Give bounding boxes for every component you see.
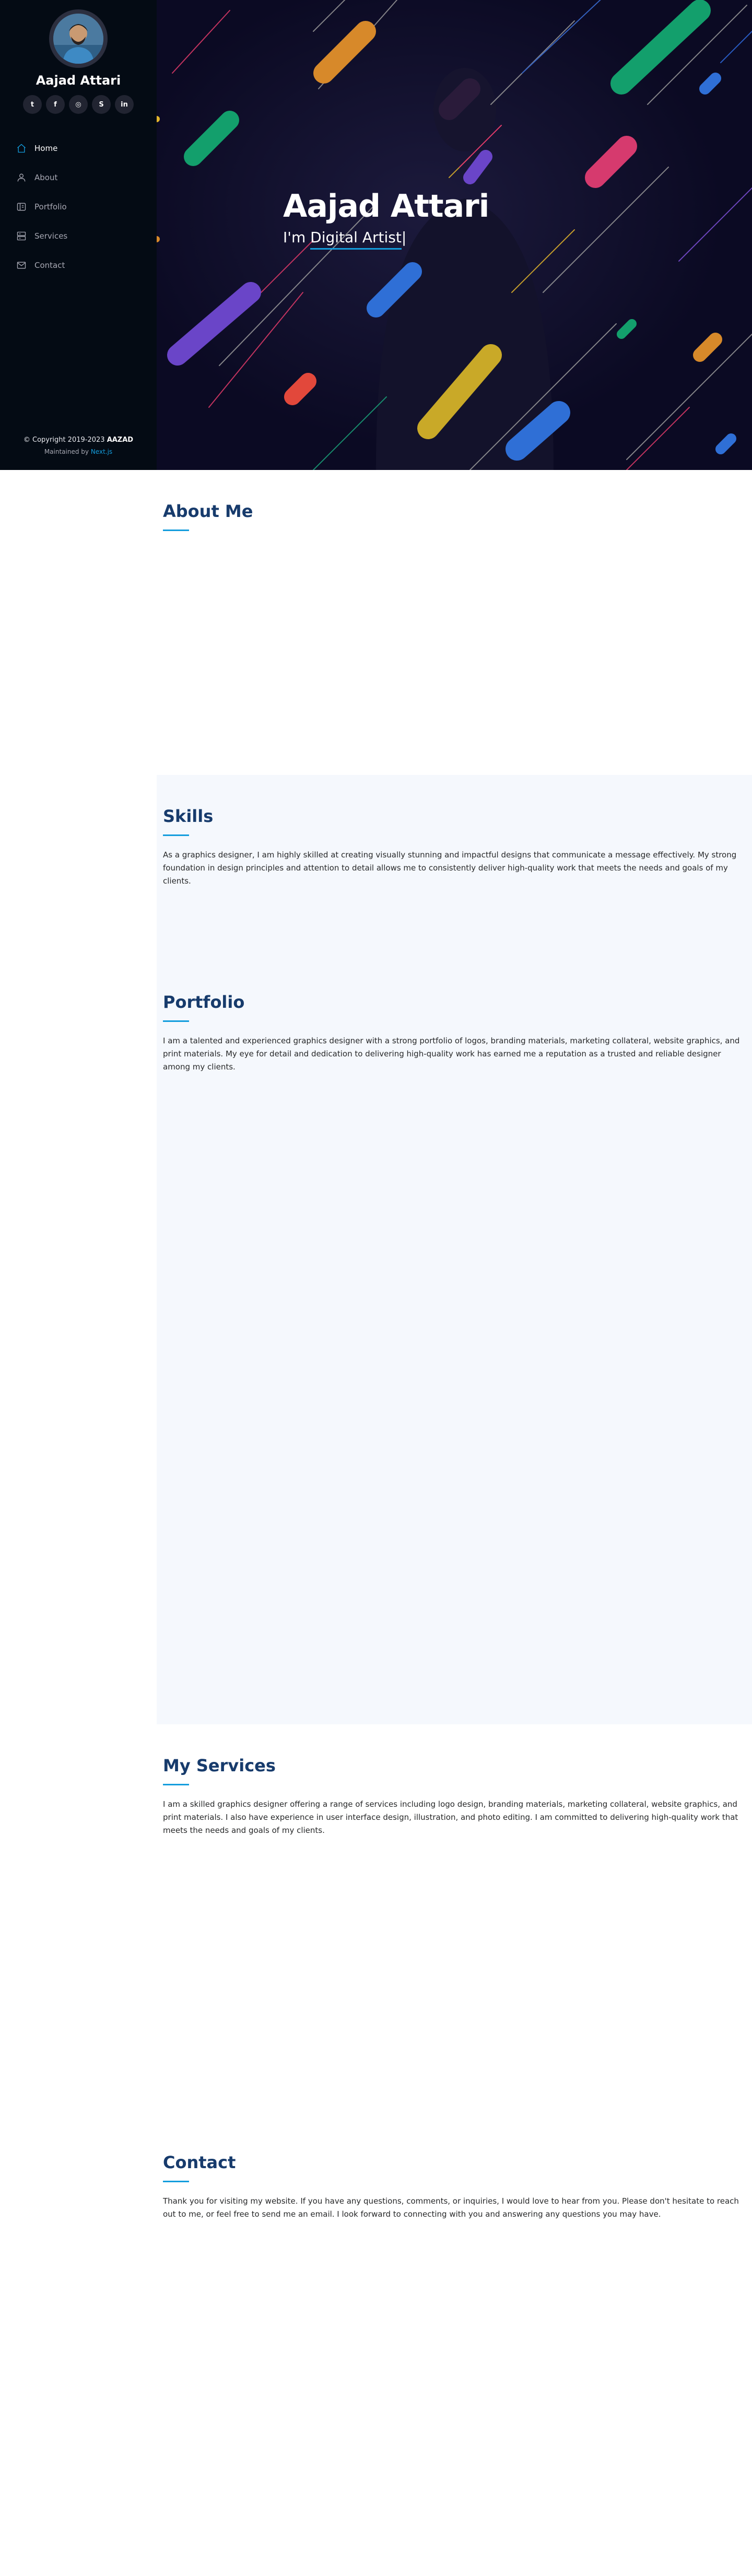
copyright-text: © Copyright 2019-2023 xyxy=(23,436,105,444)
skills-section: Skills As a graphics designer, I am high… xyxy=(157,775,752,961)
services-title: My Services xyxy=(163,1756,276,1775)
typed-cursor: | xyxy=(401,229,407,246)
nav-item-home[interactable]: Home xyxy=(16,134,157,163)
user-icon xyxy=(16,172,27,183)
server-icon xyxy=(16,230,27,242)
portfolio-text: I am a talented and experienced graphics… xyxy=(163,1036,740,1072)
sidebar: Aajad Attari t f ◎ S in Home About Portf… xyxy=(0,0,157,470)
nav-label: Services xyxy=(34,231,68,241)
contact-title: Contact xyxy=(163,2152,236,2172)
home-icon xyxy=(16,143,27,154)
nav-item-services[interactable]: Services xyxy=(16,221,157,251)
portfolio-section: Portfolio I am a talented and experience… xyxy=(157,961,752,1724)
contact-section: Contact Thank you for visiting my websit… xyxy=(157,2121,752,2576)
nav-item-about[interactable]: About xyxy=(16,163,157,192)
nav-label: About xyxy=(34,173,58,182)
services-text: I am a skilled graphics designer offerin… xyxy=(163,1799,738,1835)
contact-text: Thank you for visiting my website. If yo… xyxy=(163,2196,739,2219)
facebook-icon[interactable]: f xyxy=(46,95,65,114)
maintained-text: Maintained by xyxy=(44,448,89,455)
copyright-brand: AAZAD xyxy=(107,436,134,444)
maintainer-link[interactable]: Next.js xyxy=(91,448,112,455)
hero: Aajad Attari I'm Digital Artist| xyxy=(157,0,752,470)
title-underline xyxy=(163,2181,189,2182)
avatar-image xyxy=(53,14,103,64)
credits: © Copyright 2019-2023 AAZAD Maintained b… xyxy=(0,434,157,457)
nav-label: Home xyxy=(34,144,58,153)
title-underline xyxy=(163,1784,189,1785)
about-section: About Me xyxy=(157,470,752,775)
skills-text: As a graphics designer, I am highly skil… xyxy=(163,850,737,886)
hero-subtitle: I'm Digital Artist| xyxy=(283,229,489,250)
hero-text: Aajad Attari I'm Digital Artist| xyxy=(283,188,489,250)
hero-title: Aajad Attari xyxy=(283,188,489,225)
skills-title: Skills xyxy=(163,806,214,826)
title-underline xyxy=(163,530,189,531)
envelope-icon xyxy=(16,260,27,271)
instagram-icon[interactable]: ◎ xyxy=(69,95,88,114)
avatar xyxy=(49,9,108,68)
book-icon xyxy=(16,201,27,213)
maintained-by: Maintained by Next.js xyxy=(0,446,157,457)
nav-label: Portfolio xyxy=(34,202,67,211)
nav-item-contact[interactable]: Contact xyxy=(16,251,157,280)
nav-menu: Home About Portfolio Services Contact xyxy=(0,134,157,280)
hero-subtitle-prefix: I'm xyxy=(283,229,306,246)
typed-text: Digital Artist xyxy=(310,229,402,250)
title-underline xyxy=(163,834,189,836)
about-title: About Me xyxy=(163,501,253,521)
copyright: © Copyright 2019-2023 AAZAD xyxy=(0,434,157,446)
portfolio-title: Portfolio xyxy=(163,992,245,1012)
title-underline xyxy=(163,1020,189,1022)
nav-label: Contact xyxy=(34,261,65,270)
site-name[interactable]: Aajad Attari xyxy=(0,73,157,88)
skype-icon[interactable]: S xyxy=(92,95,111,114)
nav-item-portfolio[interactable]: Portfolio xyxy=(16,192,157,221)
profile: Aajad Attari t f ◎ S in xyxy=(0,0,157,114)
twitter-icon[interactable]: t xyxy=(23,95,42,114)
services-section: My Services I am a skilled graphics desi… xyxy=(157,1724,752,2121)
linkedin-icon[interactable]: in xyxy=(115,95,134,114)
social-links: t f ◎ S in xyxy=(0,95,157,114)
